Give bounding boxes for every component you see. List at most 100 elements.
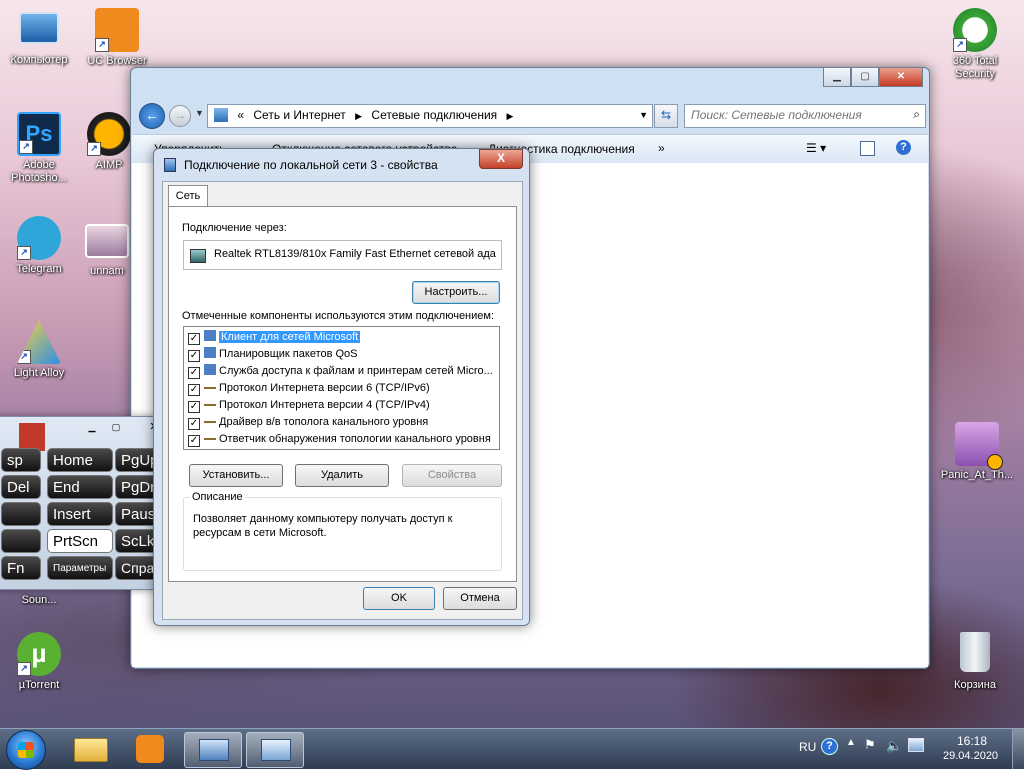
desktop-icon-light-alloy[interactable]: ↗ Light Alloy <box>1 320 77 380</box>
chevron-right-icon[interactable]: ▶ <box>507 111 514 121</box>
key-insert[interactable]: Insert <box>47 502 113 526</box>
checkbox[interactable]: ✓ <box>188 435 200 447</box>
show-desktop-button[interactable] <box>1012 729 1024 769</box>
view-options-icon[interactable]: ☰ ▾ <box>806 141 826 155</box>
desktop-icon-unnamed[interactable]: unnam <box>79 216 135 278</box>
desktop-icon-label: µTorrent <box>18 679 60 691</box>
search-box[interactable]: ⌕ <box>684 104 926 128</box>
taskbar-uc-browser[interactable] <box>122 732 178 766</box>
checkbox[interactable]: ✓ <box>188 384 200 396</box>
taskbar-network-connections[interactable] <box>184 732 242 768</box>
maximize-button[interactable]: ▢ <box>851 67 879 87</box>
key-del[interactable]: Del <box>1 475 41 499</box>
windows-logo-icon <box>18 742 34 758</box>
key-fn[interactable]: Fn <box>1 556 41 580</box>
configure-button[interactable]: Настроить... <box>412 281 500 304</box>
back-button[interactable]: ← <box>139 103 165 129</box>
telegram-icon: ↗ <box>17 216 61 260</box>
checkbox[interactable]: ✓ <box>188 350 200 362</box>
key-home[interactable]: Home <box>47 448 113 472</box>
checkbox[interactable]: ✓ <box>188 418 200 430</box>
language-indicator[interactable]: RU <box>799 740 816 754</box>
audio-file-icon <box>955 422 1003 470</box>
component-lltd-responder[interactable]: ✓ Ответчик обнаружения топологии канально… <box>184 431 499 448</box>
recycle-bin-icon <box>960 632 990 672</box>
network-tray-icon[interactable] <box>908 738 924 752</box>
desktop-icon-telegram[interactable]: ↗ Telegram <box>1 216 77 276</box>
osk-maximize-button[interactable]: ▢ <box>105 420 127 435</box>
key-blank-2[interactable] <box>1 529 41 553</box>
start-button[interactable] <box>6 730 46 770</box>
component-ipv4[interactable]: ✓ Протокол Интернета версии 4 (TCP/IPv4) <box>184 397 499 414</box>
computer-icon <box>19 12 59 44</box>
cancel-button[interactable]: Отмена <box>443 587 517 610</box>
volume-icon[interactable]: 🔈 <box>886 738 902 754</box>
address-dropdown-icon[interactable]: ▼ <box>639 105 648 125</box>
component-qos-scheduler[interactable]: ✓ Планировщик пакетов QoS <box>184 346 499 363</box>
tab-network[interactable]: Сеть <box>168 185 208 207</box>
clock-time[interactable]: 16:18 <box>957 734 987 748</box>
install-button[interactable]: Установить... <box>189 464 283 487</box>
forward-button[interactable]: → <box>169 105 191 127</box>
ok-button[interactable]: OK <box>363 587 435 610</box>
desktop-icon-computer[interactable]: Компьютер <box>1 8 77 67</box>
checkbox[interactable]: ✓ <box>188 333 200 345</box>
shortcut-arrow-icon: ↗ <box>95 38 109 52</box>
component-client-ms-networks[interactable]: ✓ Клиент для сетей Microsoft <box>184 329 499 346</box>
key-backspace[interactable]: sp <box>1 448 41 472</box>
desktop-icon-utorrent[interactable]: µ ↗ µTorrent <box>1 632 77 692</box>
osk-minimize-button[interactable]: ▁ <box>81 420 103 435</box>
desktop-icon-sound[interactable]: Soun... <box>1 594 77 607</box>
network-icon <box>199 739 229 761</box>
more-commands-button[interactable]: » <box>658 141 665 155</box>
shortcut-arrow-icon: ↗ <box>17 246 31 260</box>
minimize-button[interactable]: ▁ <box>823 67 851 87</box>
dialog-close-button[interactable]: X <box>479 149 523 169</box>
taskbar: RU ? ▲ ⚑ 🔈 16:18 29.04.2020 <box>0 728 1024 770</box>
breadcrumb-network-connections[interactable]: Сетевые подключения <box>371 108 497 122</box>
preview-pane-icon[interactable] <box>860 141 875 156</box>
key-end[interactable]: End <box>47 475 113 499</box>
component-icon <box>204 347 216 358</box>
key-options[interactable]: Параметры <box>47 556 113 580</box>
desktop-icon-recycle-bin[interactable]: Корзина <box>937 632 1013 692</box>
component-ipv6[interactable]: ✓ Протокол Интернета версии 6 (TCP/IPv6) <box>184 380 499 397</box>
breadcrumb-overflow[interactable]: « <box>237 108 244 122</box>
chevron-right-icon[interactable]: ▶ <box>355 111 362 121</box>
tray-expand-icon[interactable]: ▲ <box>846 737 856 748</box>
shortcut-arrow-icon: ↗ <box>953 38 967 52</box>
taskbar-on-screen-keyboard[interactable] <box>246 732 304 768</box>
component-lltd-mapper[interactable]: ✓ Драйвер в/в тополога канального уровня <box>184 414 499 431</box>
taskbar-explorer[interactable] <box>62 732 118 766</box>
components-list: ✓ Клиент для сетей Microsoft ✓ Планировщик… <box>183 326 500 450</box>
refresh-button[interactable]: ⇆ <box>654 104 678 128</box>
light-alloy-icon: ↗ <box>17 320 61 364</box>
breadcrumb-network-internet[interactable]: Сеть и Интернет <box>253 108 345 122</box>
shortcut-arrow-icon: ↗ <box>87 142 101 156</box>
arrow-left-icon: ← <box>145 107 159 123</box>
component-file-printer-sharing[interactable]: ✓ Служба доступа к файлам и принтерам сет… <box>184 363 499 380</box>
close-button[interactable]: ✕ <box>879 67 923 87</box>
360-security-icon: ↗ <box>953 8 997 52</box>
uninstall-button[interactable]: Удалить <box>295 464 389 487</box>
help-tray-icon[interactable]: ? <box>821 738 838 755</box>
address-bar[interactable]: « Сеть и Интернет ▶ Сетевые подключения … <box>207 104 653 128</box>
desktop-icon-label: Компьютер <box>10 54 68 66</box>
desktop-icon-360-total-security[interactable]: ↗ 360 Total Security <box>937 8 1013 81</box>
history-dropdown-icon[interactable]: ▼ <box>195 108 204 118</box>
uc-browser-icon: ↗ <box>95 8 139 52</box>
checkbox[interactable]: ✓ <box>188 401 200 413</box>
desktop-icon-uc-browser[interactable]: ↗ UC Browser <box>79 8 155 68</box>
desktop-icon-panic[interactable]: Panic_At_Th... <box>935 422 1019 482</box>
connect-using-label: Подключение через: <box>182 222 287 234</box>
component-label: Протокол Интернета версии 6 (TCP/IPv6) <box>219 382 430 394</box>
properties-button[interactable]: Свойства <box>402 464 502 487</box>
desktop-icon-photoshop[interactable]: Ps ↗ Adobe Photosho... <box>1 112 77 185</box>
search-input[interactable] <box>685 105 901 125</box>
action-center-icon[interactable]: ⚑ <box>864 737 876 753</box>
key-blank-1[interactable] <box>1 502 41 526</box>
clock-date[interactable]: 29.04.2020 <box>943 750 998 762</box>
key-prtscn[interactable]: PrtScn <box>47 529 113 553</box>
checkbox[interactable]: ✓ <box>188 367 200 379</box>
help-icon[interactable]: ? <box>896 140 911 155</box>
